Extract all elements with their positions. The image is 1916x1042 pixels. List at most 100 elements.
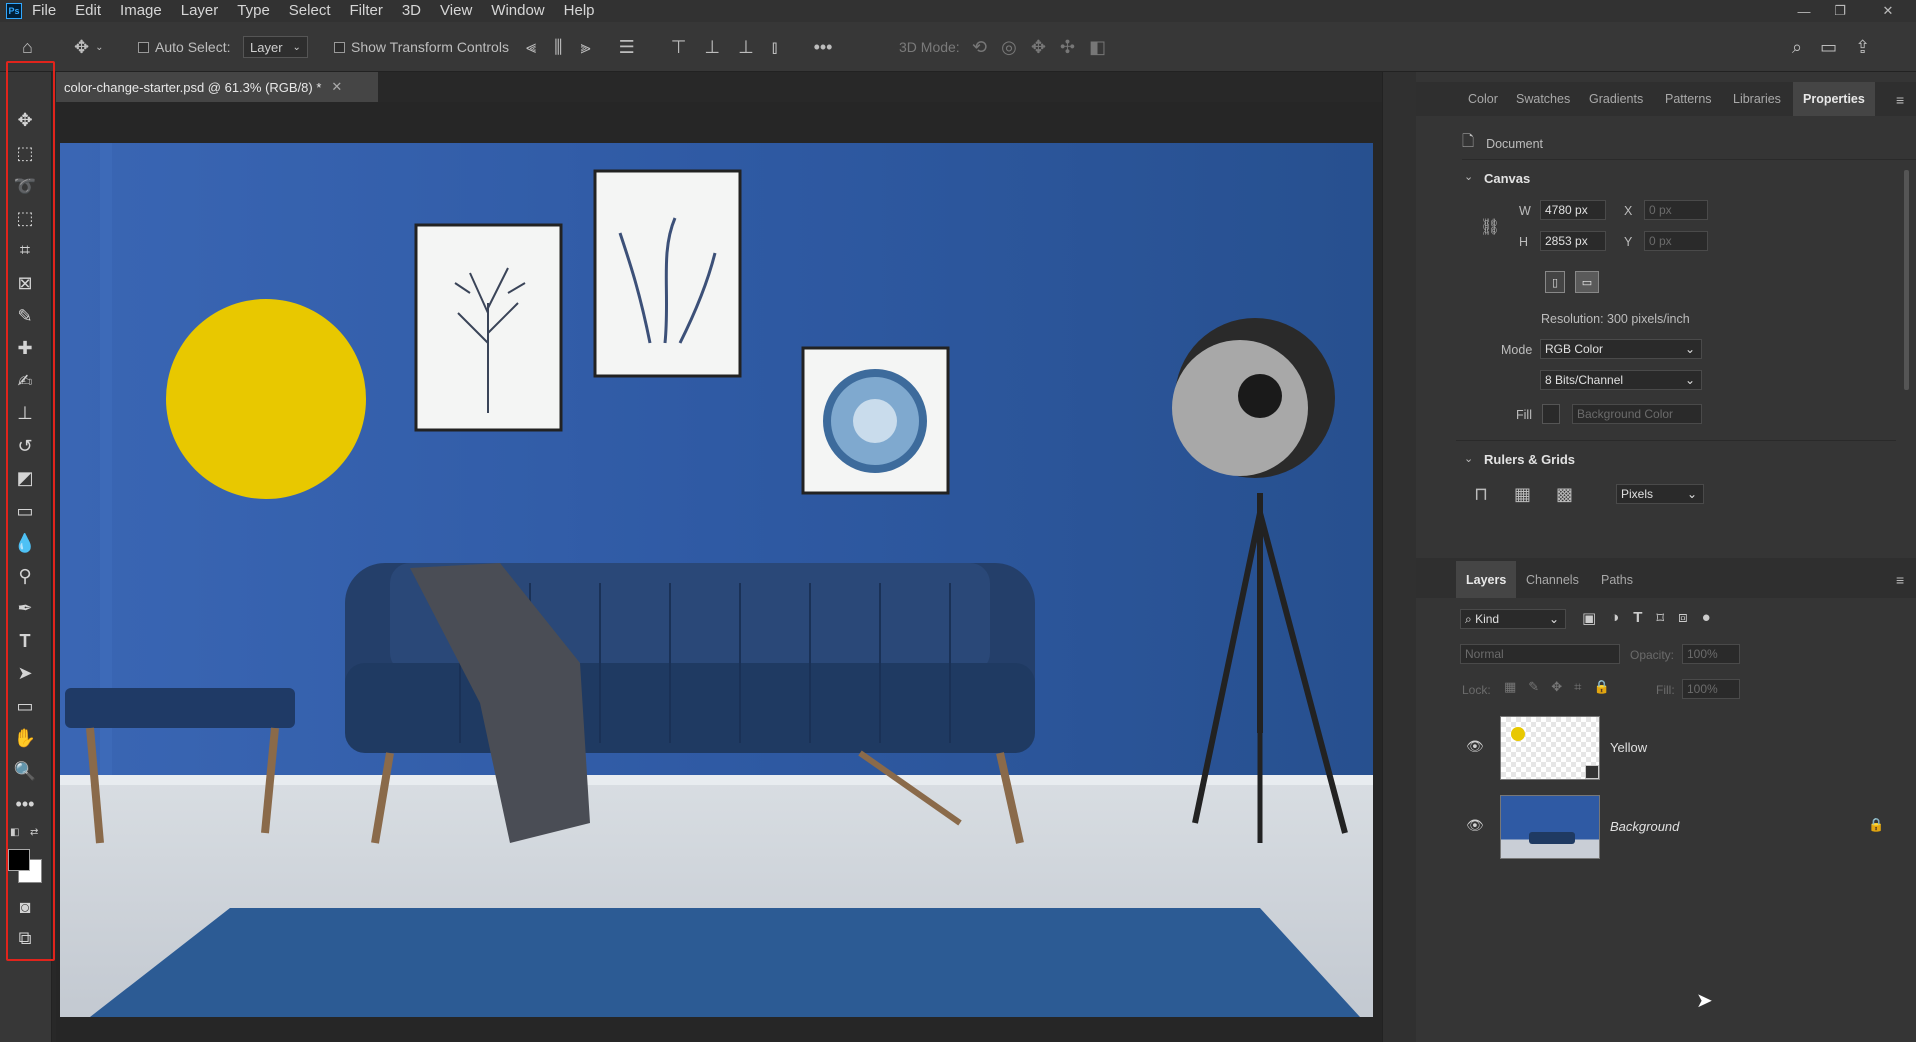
3d-mode-buttons: ⟲ ◎ ✥ ✣ ◧: [972, 22, 1106, 72]
auto-select-checkbox[interactable]: Auto Select:: [138, 22, 231, 72]
distribute-vertical-icon[interactable]: ⫾: [772, 37, 778, 58]
lock-pixels-icon[interactable]: ✎: [1528, 679, 1539, 695]
menu-edit[interactable]: Edit: [75, 0, 101, 22]
orbit-3d-icon[interactable]: ⟲: [972, 37, 987, 58]
distribute-icon[interactable]: ☰: [619, 37, 635, 58]
filter-toggle-icon[interactable]: ●: [1702, 609, 1711, 627]
menu-filter[interactable]: Filter: [350, 0, 383, 22]
chevron-down-icon: ⌄: [1549, 612, 1559, 626]
layer-row-background[interactable]: 👁 Background 🔒: [1456, 787, 1888, 865]
visibility-eye-icon[interactable]: 👁: [1466, 738, 1484, 755]
menu-layer[interactable]: Layer: [181, 0, 219, 22]
drag-3d-icon[interactable]: ✥: [1031, 37, 1046, 58]
toolbar-highlight-box: [6, 61, 55, 961]
filter-kind-dropdown[interactable]: ⌕ Kind⌄: [1460, 609, 1566, 629]
align-left-icon[interactable]: ⫷: [526, 37, 536, 58]
tab-patterns[interactable]: Patterns: [1665, 82, 1712, 116]
lock-position-icon[interactable]: ✥: [1551, 679, 1562, 695]
lock-artboard-icon[interactable]: ⌗: [1574, 679, 1581, 695]
menu-file[interactable]: File: [32, 0, 56, 22]
align-center-icon[interactable]: ⫼: [554, 37, 562, 58]
menu-image[interactable]: Image: [120, 0, 162, 22]
fill-dropdown[interactable]: Background Color: [1572, 404, 1702, 424]
properties-scrollbar[interactable]: [1904, 170, 1909, 390]
grid-icon[interactable]: ▦: [1514, 484, 1531, 505]
chevron-down-icon[interactable]: ⌄: [1464, 452, 1473, 465]
fill-swatch[interactable]: [1542, 404, 1560, 424]
document-row: 🗋 Document: [1462, 128, 1916, 160]
w-label: W: [1519, 204, 1531, 218]
show-transform-checkbox[interactable]: Show Transform Controls: [334, 22, 509, 72]
adjustment-filter-icon[interactable]: ◑: [1610, 609, 1619, 627]
tab-properties[interactable]: Properties: [1793, 82, 1875, 116]
type-filter-icon[interactable]: T: [1633, 609, 1642, 627]
minimize-icon[interactable]: —: [1786, 0, 1822, 22]
menu-view[interactable]: View: [440, 0, 472, 22]
align-bottom-icon[interactable]: ⊥: [738, 37, 754, 58]
portrait-icon[interactable]: ▯: [1545, 271, 1565, 293]
tab-gradients[interactable]: Gradients: [1589, 82, 1643, 116]
close-window-icon[interactable]: ✕: [1870, 0, 1906, 22]
units-dropdown[interactable]: Pixels⌄: [1616, 484, 1704, 504]
pixel-filter-icon[interactable]: ▣: [1582, 609, 1596, 627]
layer-filters: ▣ ◑ T ⌑ ⧈ ●: [1582, 609, 1711, 627]
close-tab-icon[interactable]: ✕: [331, 79, 342, 95]
opacity-label: Opacity:: [1630, 648, 1674, 662]
chevron-down-icon[interactable]: ⌄: [1464, 170, 1473, 183]
link-icon[interactable]: ⛓: [1480, 217, 1500, 237]
x-input[interactable]: 0 px: [1644, 200, 1708, 220]
layer-select-dropdown[interactable]: Layer⌄: [243, 22, 308, 72]
panel-menu-icon[interactable]: ≡: [1896, 92, 1904, 108]
layer-row-yellow[interactable]: 👁 Yellow: [1456, 708, 1888, 786]
width-input[interactable]: 4780 px: [1540, 200, 1606, 220]
menu-select[interactable]: Select: [289, 0, 331, 22]
photoshop-logo-icon[interactable]: Ps: [6, 3, 22, 19]
visibility-eye-icon[interactable]: 👁: [1466, 817, 1484, 834]
layers-menu-icon[interactable]: ≡: [1896, 572, 1904, 588]
more-options-icon[interactable]: •••: [814, 37, 833, 58]
search-icon[interactable]: ⌕: [1792, 37, 1802, 58]
ruler-icon[interactable]: ⊓: [1474, 484, 1488, 505]
tab-color[interactable]: Color: [1468, 82, 1498, 116]
lock-buttons: ▦ ✎ ✥ ⌗ 🔒: [1504, 679, 1610, 695]
blend-mode-dropdown[interactable]: Normal: [1460, 644, 1620, 664]
align-middle-icon[interactable]: ⊥: [704, 37, 720, 58]
roll-3d-icon[interactable]: ◎: [1001, 37, 1017, 58]
guides-icon[interactable]: ▩: [1556, 484, 1573, 505]
resolution-text: Resolution: 300 pixels/inch: [1541, 312, 1690, 326]
height-input[interactable]: 2853 px: [1540, 231, 1606, 251]
chevron-down-icon: ⌄: [1685, 373, 1695, 387]
tab-swatches[interactable]: Swatches: [1516, 82, 1570, 116]
move-tool-preset-icon[interactable]: ✥⌄: [74, 22, 103, 72]
shape-filter-icon[interactable]: ⌑: [1656, 609, 1664, 627]
checkbox-icon: [138, 42, 149, 53]
menu-3d[interactable]: 3D: [402, 0, 421, 22]
slide-3d-icon[interactable]: ✣: [1060, 37, 1075, 58]
checkbox-icon: [334, 42, 345, 53]
bit-depth-dropdown[interactable]: 8 Bits/Channel⌄: [1540, 370, 1702, 390]
lock-all-icon[interactable]: 🔒: [1593, 679, 1609, 695]
smart-object-filter-icon[interactable]: ⧈: [1678, 609, 1688, 627]
menu-help[interactable]: Help: [564, 0, 595, 22]
landscape-icon[interactable]: ▭: [1575, 271, 1599, 293]
lock-transparent-icon[interactable]: ▦: [1504, 679, 1516, 695]
restore-icon[interactable]: ❐: [1822, 0, 1858, 22]
show-transform-label: Show Transform Controls: [351, 39, 509, 55]
tab-layers[interactable]: Layers: [1456, 561, 1516, 598]
menu-window[interactable]: Window: [491, 0, 544, 22]
image-canvas[interactable]: [60, 143, 1373, 1017]
document-tab[interactable]: color-change-starter.psd @ 61.3% (RGB/8)…: [56, 72, 378, 102]
tab-paths[interactable]: Paths: [1601, 561, 1633, 598]
fill-opacity-input[interactable]: 100%: [1682, 679, 1740, 699]
tab-channels[interactable]: Channels: [1526, 561, 1579, 598]
y-input[interactable]: 0 px: [1644, 231, 1708, 251]
align-top-icon[interactable]: ⊤: [671, 37, 687, 58]
menu-type[interactable]: Type: [237, 0, 270, 22]
mode-dropdown[interactable]: RGB Color⌄: [1540, 339, 1702, 359]
align-right-icon[interactable]: ⫸: [580, 37, 590, 58]
opacity-input[interactable]: 100%: [1682, 644, 1740, 664]
camera-3d-icon[interactable]: ◧: [1089, 37, 1106, 58]
tab-libraries[interactable]: Libraries: [1733, 82, 1781, 116]
share-icon[interactable]: ⇪: [1855, 37, 1870, 58]
workspace-icon[interactable]: ▭: [1820, 37, 1837, 58]
